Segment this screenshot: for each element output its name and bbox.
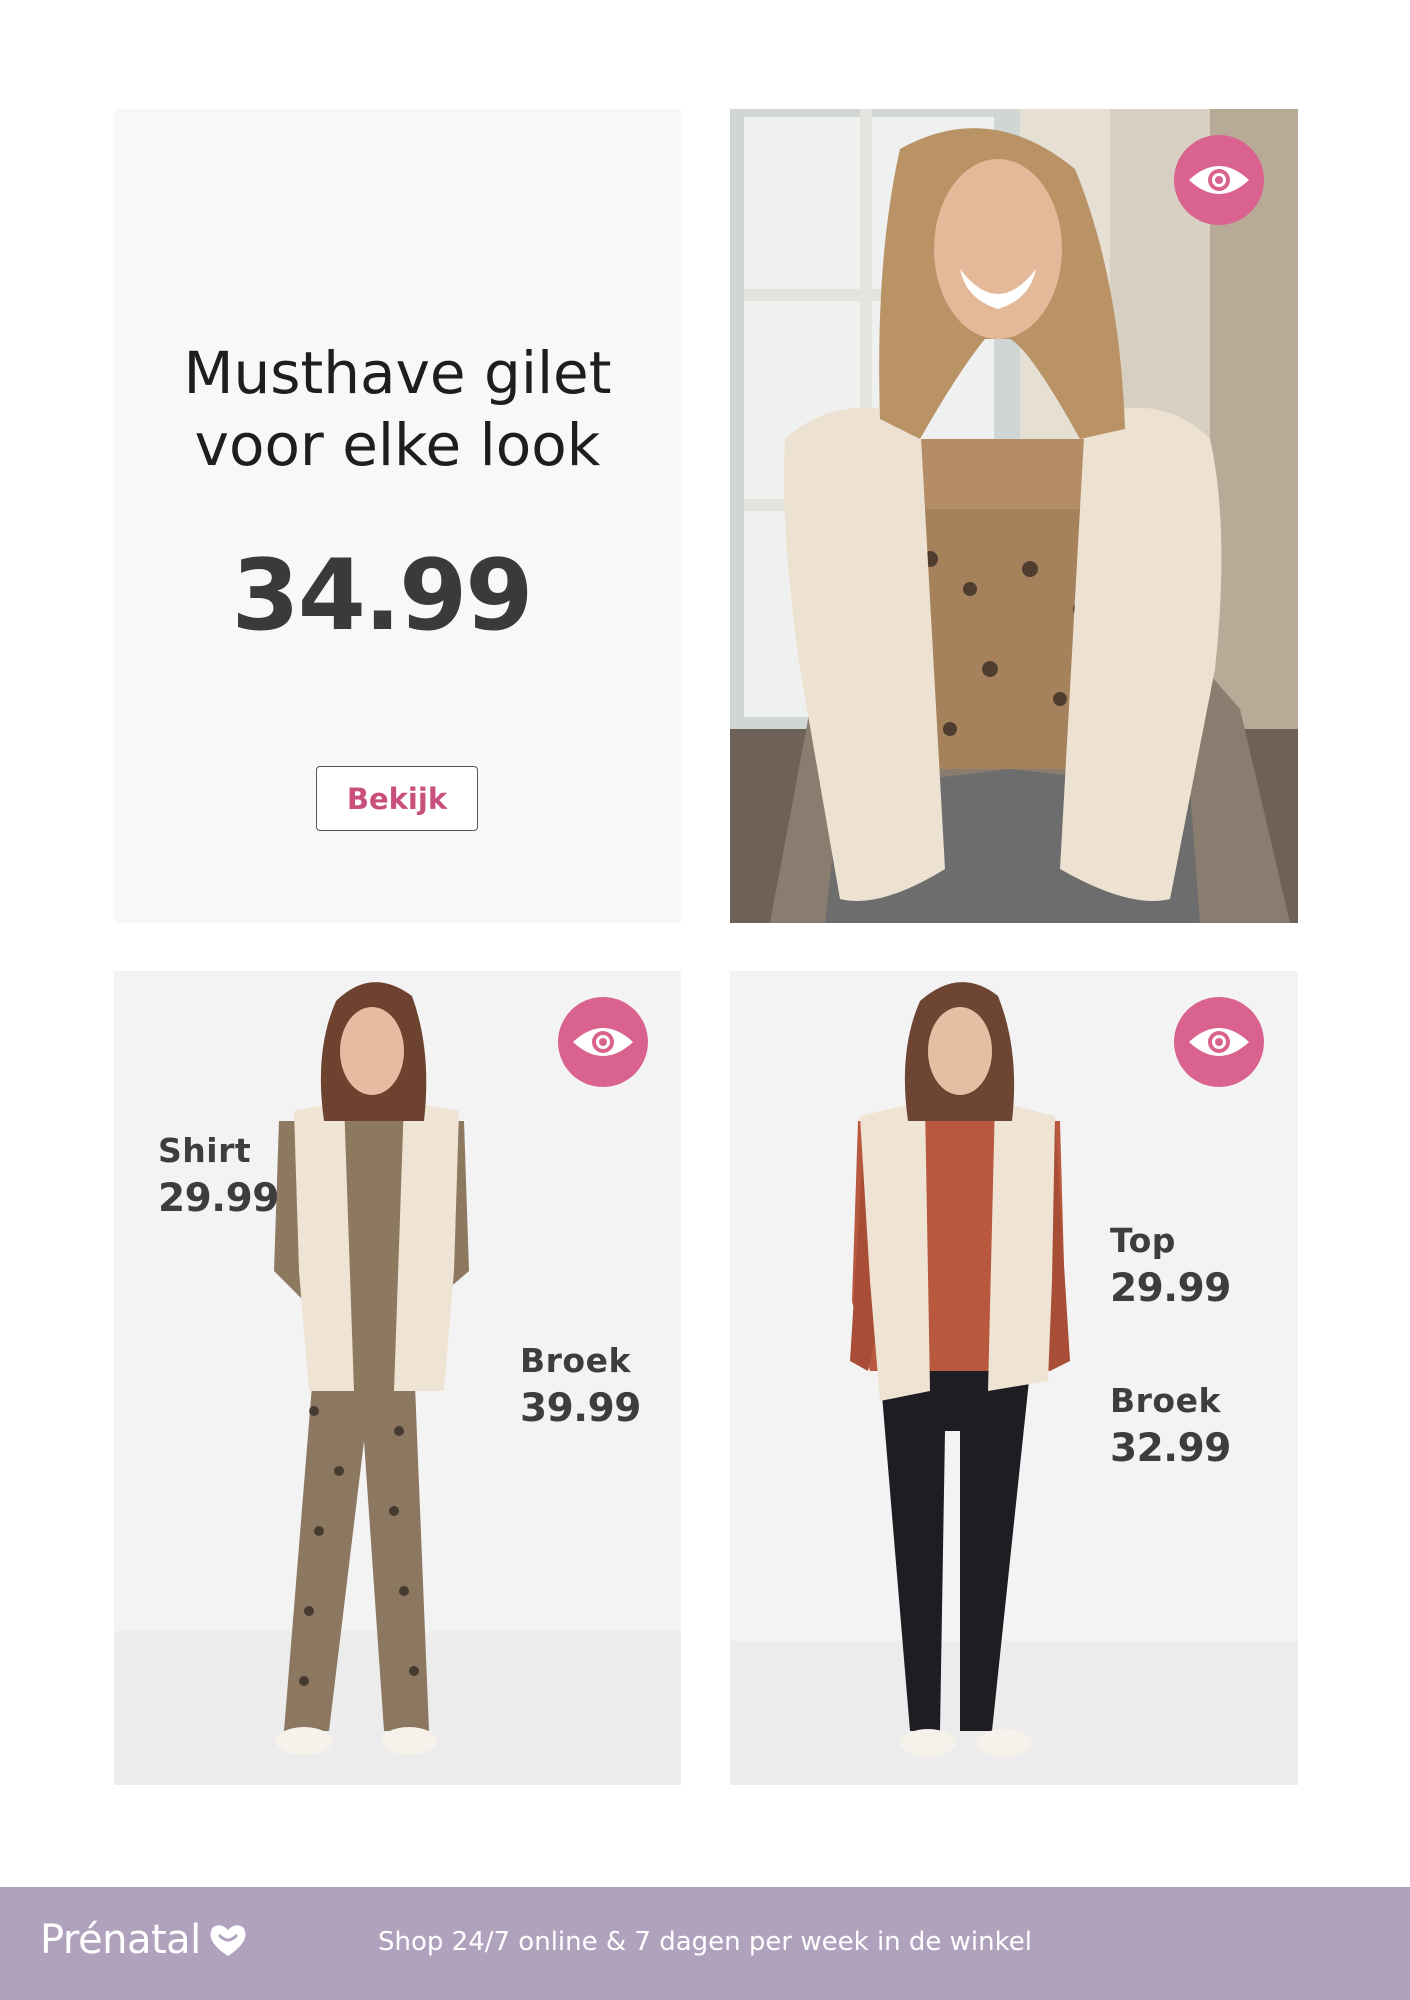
brand-logo[interactable]: Prénatal <box>40 1917 247 1963</box>
promo-price: 34.99 <box>231 539 534 653</box>
price-tag-shirt: Shirt 29.99 <box>158 1131 279 1221</box>
item-name: Shirt <box>158 1131 252 1170</box>
item-price: 32.99 <box>1110 1426 1231 1471</box>
item-name: Top <box>1110 1221 1176 1260</box>
headline-line-2: voor elke look <box>194 411 601 479</box>
quick-view-button-look-1[interactable] <box>558 997 648 1087</box>
promo-card: Musthave gilet voor elke look 34.99 Beki… <box>114 109 681 923</box>
price-tag-trousers: Broek 32.99 <box>1110 1381 1231 1471</box>
brand-name: Prénatal <box>40 1917 201 1963</box>
promo-headline: Musthave gilet voor elke look <box>114 337 681 481</box>
item-price: 29.99 <box>158 1176 279 1221</box>
eye-icon <box>573 1028 633 1056</box>
price-tag-trousers: Broek 39.99 <box>520 1341 641 1431</box>
view-button[interactable]: Bekijk <box>316 766 478 831</box>
eye-icon <box>1189 1028 1249 1056</box>
quick-view-button-top[interactable] <box>1174 135 1264 225</box>
quick-view-button-look-2[interactable] <box>1174 997 1264 1087</box>
price-tag-top: Top 29.99 <box>1110 1221 1231 1311</box>
lifestyle-photo-illustration <box>730 109 1298 923</box>
item-name: Broek <box>1110 1381 1221 1420</box>
footer-bar: Prénatal Shop 24/7 online & 7 dagen per … <box>0 1887 1410 2000</box>
heart-logo-icon <box>210 1925 246 1956</box>
headline-line-1: Musthave gilet <box>183 339 612 407</box>
eye-icon <box>1189 166 1249 194</box>
look-2-photo-illustration <box>730 971 1298 1785</box>
product-photo-look-2[interactable]: Top 29.99 Broek 32.99 <box>730 971 1298 1785</box>
item-name: Broek <box>520 1341 631 1380</box>
item-price: 29.99 <box>1110 1266 1231 1311</box>
product-photo-lifestyle[interactable] <box>730 109 1298 923</box>
footer-tagline: Shop 24/7 online & 7 dagen per week in d… <box>378 1927 1032 1957</box>
item-price: 39.99 <box>520 1386 641 1431</box>
product-photo-look-1[interactable]: Shirt 29.99 Broek 39.99 <box>114 971 681 1785</box>
